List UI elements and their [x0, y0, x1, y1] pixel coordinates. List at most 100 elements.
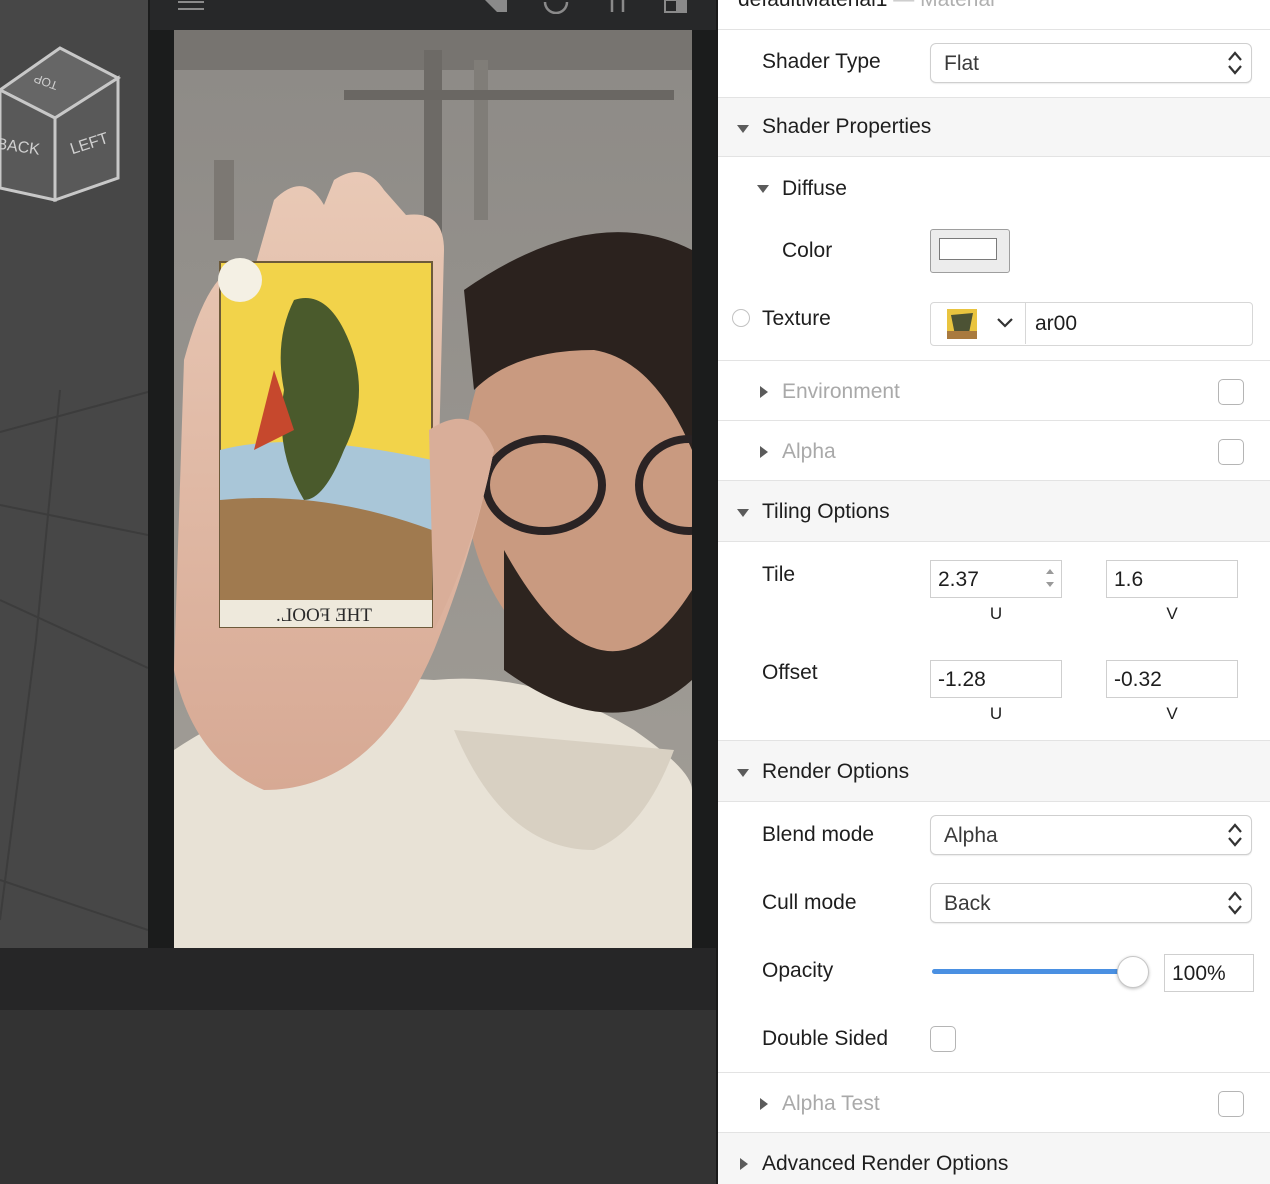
viewport-footer	[0, 948, 718, 1010]
shader-type-value: Flat	[944, 52, 980, 75]
offset-label: Offset	[762, 661, 818, 684]
header-separator: —	[893, 0, 914, 11]
disclosure-down-icon	[737, 125, 749, 133]
alpha-checkbox[interactable]	[1218, 439, 1244, 465]
texture-label: Texture	[762, 307, 831, 330]
opacity-slider-fill	[932, 969, 1132, 974]
alpha-test-row[interactable]: Alpha Test	[718, 1073, 1270, 1132]
tile-row: Tile 2.37 U 1.6 V	[718, 542, 1270, 640]
opacity-row: Opacity 100%	[718, 938, 1270, 1006]
tile-label: Tile	[762, 563, 796, 586]
disclosure-right-icon	[760, 386, 768, 398]
double-sided-label: Double Sided	[762, 1027, 889, 1050]
camera-preview: THE FOOL.	[174, 30, 692, 948]
alpha-test-label: Alpha Test	[782, 1092, 880, 1115]
tiling-options-section[interactable]: Tiling Options	[718, 481, 1270, 541]
cull-mode-value: Back	[944, 892, 991, 915]
device-icon[interactable]	[483, 0, 509, 14]
alpha-test-checkbox[interactable]	[1218, 1091, 1244, 1117]
color-label: Color	[782, 239, 833, 262]
offset-v-input[interactable]: -0.32	[1106, 660, 1238, 698]
scene-3d-view[interactable]: BACK LEFT TOP	[0, 0, 148, 948]
chevron-updown-icon	[1228, 823, 1242, 847]
tile-v-input[interactable]: 1.6	[1106, 560, 1238, 598]
layout-toggle-icon[interactable]	[664, 0, 688, 14]
menu-icon[interactable]	[178, 0, 204, 14]
viewport: BACK LEFT TOP THE FOOL.	[0, 0, 718, 1184]
texture-name: ar00	[1035, 312, 1078, 335]
tarot-card-thumbnail-icon	[947, 309, 977, 339]
tile-u-input[interactable]: 2.37	[930, 560, 1062, 598]
chevron-down-icon	[997, 318, 1013, 328]
color-swatch	[939, 238, 997, 260]
disclosure-down-icon	[737, 509, 749, 517]
tarot-card-caption: THE FOOL.	[276, 605, 372, 626]
offset-u-value: -1.28	[938, 668, 986, 691]
offset-v-value: -0.32	[1114, 668, 1162, 691]
shader-type-label: Shader Type	[762, 50, 881, 73]
tile-v-value: 1.6	[1114, 568, 1144, 591]
texture-picker[interactable]: ar00	[930, 302, 1253, 346]
cull-mode-row: Cull mode Back	[718, 870, 1270, 938]
advanced-render-options-label: Advanced Render Options	[762, 1152, 1009, 1175]
shader-properties-section[interactable]: Shader Properties	[718, 98, 1270, 156]
opacity-value: 100%	[1172, 962, 1226, 985]
tiling-options-label: Tiling Options	[762, 500, 890, 523]
diffuse-color-row: Color	[718, 217, 1270, 287]
tile-v-axis-label: V	[1166, 604, 1178, 623]
chevron-updown-icon	[1228, 891, 1242, 915]
alpha-row[interactable]: Alpha	[718, 421, 1270, 480]
texture-toggle-radio[interactable]	[732, 309, 750, 327]
blend-mode-row: Blend mode Alpha	[718, 802, 1270, 870]
blend-mode-select[interactable]: Alpha	[930, 815, 1252, 855]
opacity-label: Opacity	[762, 959, 834, 982]
flip-camera-icon[interactable]	[605, 0, 631, 14]
texture-dropdown[interactable]	[931, 303, 1026, 344]
tile-u-axis-label: U	[989, 604, 1003, 623]
environment-row[interactable]: Environment	[718, 361, 1270, 420]
simulator-toolbar	[150, 0, 718, 30]
disclosure-down-icon	[757, 185, 769, 193]
diffuse-header[interactable]: Diffuse	[718, 157, 1270, 217]
render-options-label: Render Options	[762, 760, 910, 783]
offset-u-axis-label: U	[989, 704, 1003, 723]
environment-checkbox[interactable]	[1218, 379, 1244, 405]
camera-preview-image: THE FOOL.	[174, 30, 692, 948]
offset-v-axis-label: V	[1166, 704, 1178, 723]
advanced-render-options-section[interactable]: Advanced Render Options	[718, 1133, 1270, 1184]
double-sided-row: Double Sided	[718, 1006, 1270, 1072]
blend-mode-value: Alpha	[944, 824, 998, 847]
inspector-panel: defaultMaterial1 — Material Shader Type …	[718, 0, 1270, 1184]
tarot-card: THE FOOL.	[218, 258, 433, 628]
shader-type-select[interactable]: Flat	[930, 43, 1252, 83]
cull-mode-select[interactable]: Back	[930, 883, 1252, 923]
opacity-slider-track[interactable]	[932, 956, 1149, 988]
double-sided-checkbox[interactable]	[930, 1026, 956, 1052]
opacity-slider-knob[interactable]	[1117, 956, 1149, 988]
render-options-section[interactable]: Render Options	[718, 741, 1270, 801]
disclosure-right-icon	[760, 1098, 768, 1110]
diffuse-label: Diffuse	[782, 177, 847, 200]
navigation-cube[interactable]: BACK LEFT TOP	[0, 0, 148, 220]
material-type-label: Material	[920, 0, 995, 11]
material-name: defaultMaterial1	[738, 0, 887, 11]
offset-row: Offset -1.28 U -0.32 V	[718, 640, 1270, 740]
offset-u-input[interactable]: -1.28	[930, 660, 1062, 698]
stepper-icon[interactable]	[1045, 565, 1055, 591]
disclosure-right-icon	[760, 446, 768, 458]
bottom-panel	[0, 1010, 718, 1184]
alpha-label: Alpha	[782, 440, 836, 463]
chevron-updown-icon	[1228, 51, 1242, 75]
disclosure-down-icon	[737, 769, 749, 777]
refresh-icon[interactable]	[542, 0, 570, 15]
shader-type-row: Shader Type Flat	[718, 30, 1270, 96]
cull-mode-label: Cull mode	[762, 891, 857, 914]
color-swatch-button[interactable]	[930, 229, 1010, 273]
blend-mode-label: Blend mode	[762, 823, 875, 846]
texture-row: Texture ar00	[718, 287, 1270, 359]
disclosure-right-icon	[740, 1158, 748, 1170]
tile-u-value: 2.37	[938, 568, 979, 591]
opacity-input[interactable]: 100%	[1164, 954, 1254, 992]
shader-properties-label: Shader Properties	[762, 115, 932, 138]
environment-label: Environment	[782, 380, 900, 403]
